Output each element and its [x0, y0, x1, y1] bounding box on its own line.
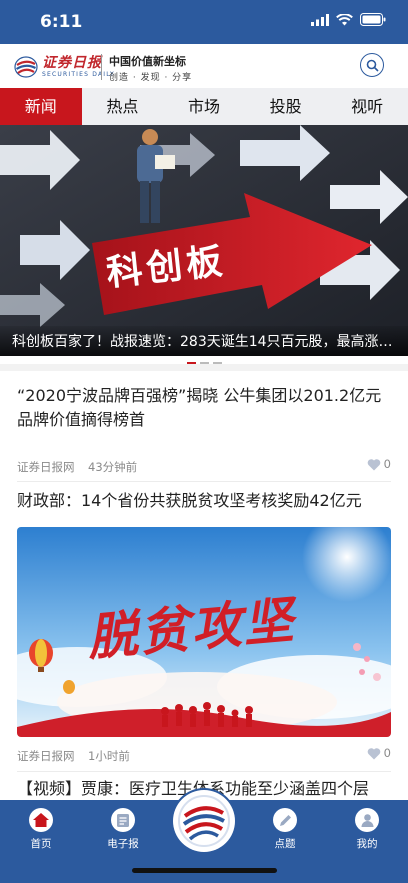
news-meta: 证券日报网 43分钟前 0 — [17, 457, 391, 475]
news-source: 证券日报网 — [17, 749, 75, 763]
edit-icon — [273, 808, 297, 832]
news-title[interactable]: 财政部：14个省份共获脱贫攻坚考核奖励42亿元 — [17, 489, 391, 513]
section-separator — [0, 364, 408, 371]
nav-profile[interactable]: 我的 — [337, 808, 397, 851]
news-meta: 证券日报网 1小时前 0 — [17, 746, 391, 764]
news-time: 1小时前 — [88, 749, 130, 763]
news-source: 证券日报网 — [17, 460, 75, 474]
brand-logo-icon — [14, 56, 38, 78]
status-time: 6:11 — [40, 12, 83, 32]
news-divider — [17, 481, 391, 482]
newspaper-icon — [111, 808, 135, 832]
search-button[interactable] — [360, 53, 384, 77]
banner-caption: 科创板百家了！战报速览：283天诞生14只百元股，最高涨4... — [12, 334, 398, 350]
home-indicator — [132, 868, 277, 873]
brand-slogan: 中国价值新坐标 — [109, 55, 186, 68]
like-count: 0 — [383, 746, 391, 760]
nav-home-label: 首页 — [30, 838, 52, 850]
tab-video[interactable]: 视听 — [326, 88, 408, 125]
search-icon — [366, 59, 379, 72]
tab-news[interactable]: 新闻 — [0, 88, 82, 125]
news-thumbnail[interactable]: 脱贫攻坚 — [17, 527, 391, 737]
tab-stocks[interactable]: 投股 — [245, 88, 327, 125]
header-divider — [101, 54, 102, 80]
tab-hot[interactable]: 热点 — [82, 88, 164, 125]
nav-profile-label: 我的 — [356, 838, 378, 850]
signal-icon — [311, 13, 329, 26]
news-time: 43分钟前 — [88, 460, 138, 474]
center-logo-icon — [178, 795, 230, 847]
nav-topic-label: 点题 — [274, 838, 296, 850]
like-count: 0 — [383, 457, 391, 471]
center-logo-button[interactable] — [173, 790, 235, 852]
banner-caption-bar: 科创板百家了！战报速览：283天诞生14只百元股，最高涨4... — [0, 326, 408, 356]
status-bar: 6:11 — [0, 0, 408, 44]
battery-icon — [360, 13, 386, 26]
brand-name: 证券日报 — [42, 55, 102, 71]
news-divider — [17, 771, 391, 772]
heart-icon — [367, 747, 380, 759]
status-icons — [311, 13, 386, 26]
brand-name-en: SECURITIES DAILY — [42, 71, 115, 78]
banner-carousel[interactable]: 科创板 科创板百家了！战报速览：283天诞生14只百元股，最高涨4... — [0, 125, 408, 356]
nav-epaper[interactable]: 电子报 — [93, 808, 153, 851]
wifi-icon — [336, 13, 353, 25]
like-button[interactable]: 0 — [367, 746, 391, 760]
user-icon — [355, 808, 379, 832]
nav-home[interactable]: 首页 — [11, 808, 71, 851]
app-header: 证券日报 SECURITIES DAILY 中国价值新坐标 创造 · 发现 · … — [0, 44, 408, 89]
nav-epaper-label: 电子报 — [107, 838, 139, 850]
tab-market[interactable]: 市场 — [163, 88, 245, 125]
home-icon — [29, 808, 53, 832]
brand-tagline: 创造 · 发现 · 分享 — [109, 73, 193, 83]
like-button[interactable]: 0 — [367, 457, 391, 471]
heart-icon — [367, 458, 380, 470]
nav-topic[interactable]: 点题 — [255, 808, 315, 851]
category-tabs: 新闻 热点 市场 投股 视听 — [0, 88, 408, 125]
news-title[interactable]: “2020宁波品牌百强榜”揭晓 公牛集团以201.2亿元品牌价值摘得榜首 — [17, 384, 391, 432]
